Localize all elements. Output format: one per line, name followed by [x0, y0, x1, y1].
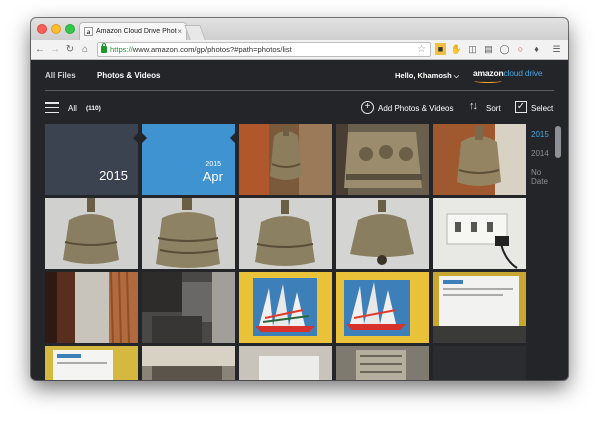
- sort-arrows-icon[interactable]: ↑↓: [469, 100, 478, 112]
- user-menu[interactable]: Hello, Khamosh ⌵: [395, 71, 459, 81]
- extension-puzzle-icon[interactable]: ♦: [531, 43, 542, 55]
- tile-notch: [230, 132, 235, 144]
- nav-all-files[interactable]: All Files: [45, 71, 76, 80]
- month-label: Apr: [202, 169, 223, 184]
- zoom-window-button[interactable]: [65, 24, 75, 34]
- scrollbar-thumb[interactable]: [555, 126, 561, 158]
- action-bar: All (110) + Add Photos & Videos ↑↓ Sort …: [31, 97, 568, 119]
- extension-box-icon[interactable]: ◫: [467, 43, 478, 55]
- tab-strip: a Amazon Cloud Drive Photos ×: [31, 18, 568, 40]
- filter-count: (110): [86, 105, 101, 112]
- address-bar[interactable]: https:// www.amazon.com/gp/photos?#path=…: [97, 42, 431, 57]
- photo-thumbnail[interactable]: [142, 272, 235, 343]
- tile-notch: [133, 132, 138, 144]
- add-photos-button[interactable]: Add Photos & Videos: [378, 104, 453, 113]
- header-divider: [45, 90, 554, 91]
- select-button[interactable]: Select: [531, 104, 553, 113]
- extension-screen-icon[interactable]: ▤: [483, 43, 494, 55]
- extension-circle-icon[interactable]: ◯: [499, 43, 510, 55]
- browser-window: a Amazon Cloud Drive Photos × ← → ↻ ⌂ ht…: [31, 18, 568, 380]
- timeline-item-no-date[interactable]: No Date: [531, 168, 555, 186]
- home-icon[interactable]: ⌂: [79, 43, 91, 57]
- filter-label[interactable]: All: [68, 104, 77, 113]
- site-header: All Files Photos & Videos Hello, Khamosh…: [31, 60, 568, 91]
- bookmark-star-icon[interactable]: ☆: [417, 44, 426, 55]
- forward-icon[interactable]: →: [49, 43, 61, 57]
- photo-thumbnail[interactable]: [433, 124, 526, 195]
- photo-thumbnail[interactable]: [336, 272, 429, 343]
- browser-tab[interactable]: a Amazon Cloud Drive Photos ×: [79, 22, 187, 40]
- nav-photos-videos[interactable]: Photos & Videos: [97, 71, 160, 80]
- photo-thumbnail[interactable]: [336, 124, 429, 195]
- browser-menu-icon[interactable]: ☰: [551, 43, 562, 55]
- tile-notch: [142, 132, 147, 144]
- amazon-cloud-drive-logo[interactable]: amazoncloud drive: [473, 68, 543, 78]
- amazon-smile-icon: [474, 79, 502, 83]
- extension-icon[interactable]: ■: [435, 43, 446, 55]
- photo-thumbnail[interactable]: [45, 198, 138, 269]
- photo-thumbnail[interactable]: [239, 272, 332, 343]
- timeline-item-2014[interactable]: 2014: [531, 149, 555, 158]
- extension-opera-icon[interactable]: ○: [515, 43, 526, 55]
- minimize-window-button[interactable]: [51, 24, 61, 34]
- logo-amazon-text: amazon: [473, 68, 504, 78]
- plus-circle-icon[interactable]: +: [361, 101, 374, 114]
- month-tile-year: 2015: [205, 161, 221, 168]
- sort-button[interactable]: Sort: [486, 104, 501, 113]
- year-label: 2015: [99, 168, 128, 183]
- photo-grid: 2015 2015 Apr: [45, 124, 527, 380]
- photo-thumbnail[interactable]: [336, 198, 429, 269]
- photo-thumbnail[interactable]: [433, 272, 526, 343]
- extension-hand-icon[interactable]: ✋: [451, 43, 462, 55]
- photo-thumbnail[interactable]: [239, 198, 332, 269]
- hamburger-icon[interactable]: [45, 102, 59, 113]
- photo-thumbnail[interactable]: [336, 346, 429, 380]
- url-scheme: https://: [110, 45, 133, 54]
- photo-thumbnail[interactable]: [45, 272, 138, 343]
- close-window-button[interactable]: [37, 24, 47, 34]
- checkbox-icon[interactable]: ✓: [515, 101, 527, 113]
- photo-thumbnail[interactable]: [433, 346, 526, 380]
- photo-thumbnail[interactable]: [142, 198, 235, 269]
- tab-close-icon[interactable]: ×: [177, 27, 182, 36]
- chevron-down-icon: ⌵: [453, 73, 460, 80]
- reload-icon[interactable]: ↻: [64, 43, 76, 57]
- photo-thumbnail[interactable]: [45, 346, 138, 380]
- month-tile-apr[interactable]: 2015 Apr: [142, 124, 235, 195]
- year-tile-2015[interactable]: 2015: [45, 124, 138, 195]
- url-path: www.amazon.com/gp/photos?#path=photos/li…: [132, 45, 292, 54]
- photo-thumbnail[interactable]: [239, 346, 332, 380]
- timeline-nav: 2015 2014 No Date: [531, 130, 555, 196]
- greeting-text: Hello, Khamosh: [395, 71, 452, 80]
- timeline-item-2015[interactable]: 2015: [531, 130, 555, 139]
- photo-thumbnail[interactable]: [433, 198, 526, 269]
- logo-cloud-drive-text: cloud drive: [503, 68, 543, 78]
- new-tab-button[interactable]: [184, 25, 206, 40]
- amazon-favicon-icon: a: [84, 27, 93, 36]
- photo-thumbnail[interactable]: [239, 124, 332, 195]
- lock-icon: [101, 43, 107, 53]
- tab-title: Amazon Cloud Drive Photos: [96, 28, 178, 35]
- back-icon[interactable]: ←: [34, 43, 46, 57]
- photo-thumbnail[interactable]: [142, 346, 235, 380]
